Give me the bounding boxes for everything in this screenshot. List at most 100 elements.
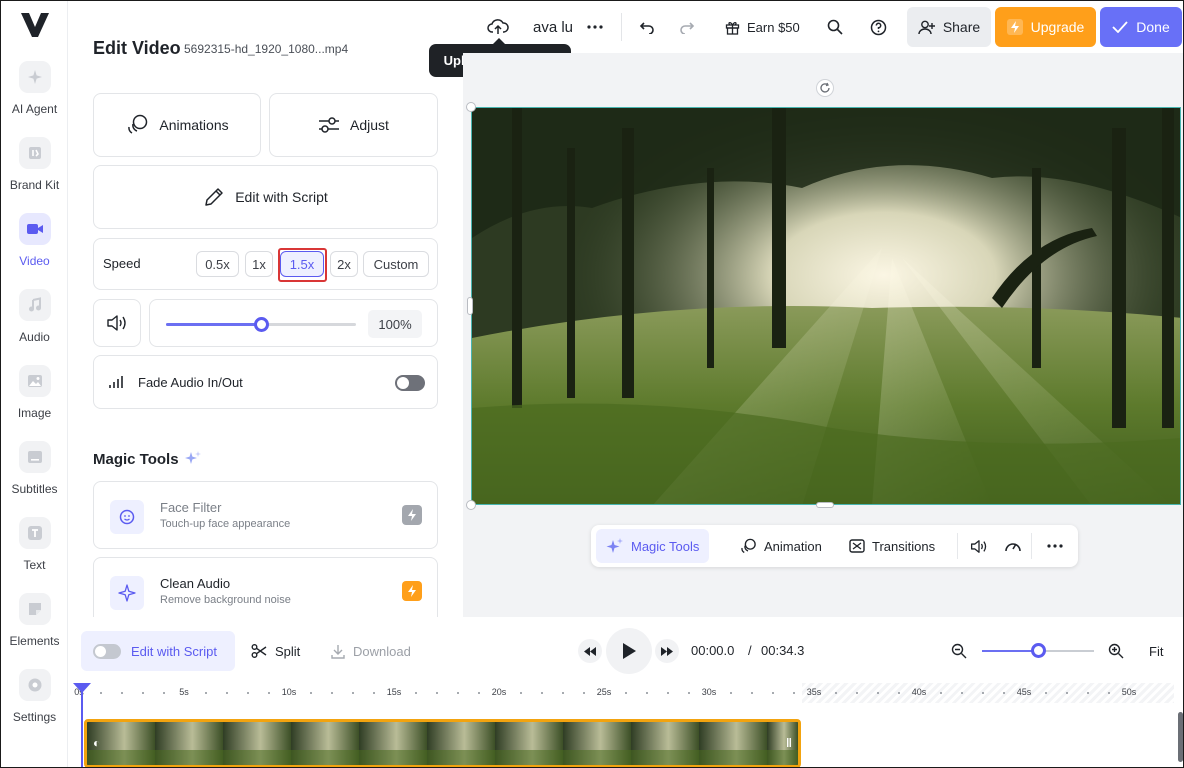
- download-label: Download: [353, 643, 411, 659]
- redo-button[interactable]: [679, 7, 695, 47]
- top-bar: ava lu Earn $50 Share Upgrade Done: [463, 1, 1183, 53]
- split-button[interactable]: Split: [251, 631, 300, 671]
- script-toggle[interactable]: [93, 643, 121, 659]
- volume-slider[interactable]: [166, 317, 356, 332]
- ruler-tick-dot: [667, 692, 669, 694]
- fade-audio-toggle[interactable]: [395, 375, 425, 391]
- rail-item-settings[interactable]: Settings: [1, 669, 68, 739]
- more-options-button[interactable]: [587, 7, 603, 47]
- share-label: Share: [942, 19, 981, 35]
- ruler-tick-dot: [163, 692, 165, 694]
- ruler-tick-dot: [247, 692, 249, 694]
- download-button[interactable]: Download: [331, 631, 411, 671]
- clip-speed-button[interactable]: [994, 529, 1032, 563]
- timeline-edit-script-label: Edit with Script: [131, 643, 217, 659]
- zoom-in-button[interactable]: [1108, 631, 1124, 671]
- timeline-scrollbar[interactable]: [1178, 712, 1183, 762]
- volume-slider-fill: [166, 323, 261, 326]
- earn-button[interactable]: Earn $50: [725, 7, 800, 47]
- rail-item-image[interactable]: Image: [1, 365, 68, 435]
- zoom-slider[interactable]: [982, 643, 1094, 658]
- tool-clean-audio[interactable]: Clean Audio Remove background noise: [93, 557, 438, 617]
- video-preview[interactable]: [471, 107, 1181, 505]
- resize-handle-top-left[interactable]: [466, 102, 476, 112]
- rail-item-elements[interactable]: Elements: [1, 593, 68, 663]
- speaker-icon: [107, 315, 126, 331]
- ruler-tick-label: 15s: [386, 687, 402, 697]
- done-label: Done: [1136, 19, 1170, 35]
- ruler-tick-dot: [457, 692, 459, 694]
- search-button[interactable]: [827, 7, 843, 47]
- earn-label: Earn $50: [747, 19, 800, 35]
- speed-option-custom[interactable]: Custom: [363, 251, 429, 277]
- playhead[interactable]: [73, 683, 91, 767]
- project-name[interactable]: ava lu: [533, 7, 573, 47]
- edit-video-panel: Edit Video 5692315-hd_1920_1080...mp4 An…: [69, 1, 462, 617]
- zoom-slider-fill: [982, 650, 1038, 652]
- resize-handle-left[interactable]: [467, 297, 473, 315]
- tool-name: Face Filter: [160, 500, 222, 515]
- ruler-tick-dot: [226, 692, 228, 694]
- timeline-edit-with-script-toggle[interactable]: Edit with Script: [81, 631, 235, 671]
- animations-button[interactable]: Animations: [93, 93, 261, 157]
- share-button[interactable]: Share: [907, 7, 991, 47]
- clip-volume-button[interactable]: [960, 529, 998, 563]
- ruler-tick-dot: [877, 692, 879, 694]
- time-separator: /: [748, 643, 752, 658]
- rail-item-audio[interactable]: Audio: [1, 289, 68, 359]
- ruler-tick-dot: [793, 692, 795, 694]
- fast-forward-icon: [661, 646, 673, 656]
- speed-option-0-5x[interactable]: 0.5x: [196, 251, 239, 277]
- speed-option-1-5x[interactable]: 1.5x: [280, 251, 324, 277]
- edit-with-script-label: Edit with Script: [235, 189, 328, 205]
- edit-with-script-button[interactable]: Edit with Script: [93, 165, 438, 229]
- help-button[interactable]: [870, 7, 887, 47]
- more-options-button[interactable]: [1037, 529, 1073, 563]
- rail-item-text[interactable]: Text: [1, 517, 68, 587]
- text-icon: [18, 517, 51, 549]
- adjust-button[interactable]: Adjust: [269, 93, 438, 157]
- sparkle-icon: [18, 61, 51, 93]
- gift-icon: [725, 21, 740, 35]
- tool-face-filter[interactable]: Face Filter Touch-up face appearance: [93, 481, 438, 549]
- resize-handle-bottom-left[interactable]: [466, 500, 476, 510]
- ruler-tick-dot: [982, 692, 984, 694]
- more-horizontal-icon: [1047, 544, 1063, 548]
- rail-item-ai-agent[interactable]: AI Agent: [1, 61, 68, 131]
- video-clip[interactable]: ◐ ‖: [84, 719, 801, 767]
- volume-button[interactable]: [93, 299, 141, 347]
- volume-control: 100%: [149, 299, 438, 347]
- play-button[interactable]: [606, 628, 652, 674]
- ruler-tick-dot: [940, 692, 942, 694]
- ruler-tick-dot: [373, 692, 375, 694]
- ruler-tick-dot: [835, 692, 837, 694]
- magic-tools-label: Magic Tools: [631, 538, 700, 554]
- undo-button[interactable]: [639, 7, 655, 47]
- zoom-out-button[interactable]: [951, 631, 967, 671]
- upgrade-button[interactable]: Upgrade: [995, 7, 1096, 47]
- time-ruler: 0s5s10s15s20s25s30s35s40s45s50s: [74, 683, 1174, 703]
- divider: [621, 13, 622, 41]
- rail-item-video[interactable]: Video: [1, 213, 68, 283]
- zoom-slider-thumb[interactable]: [1031, 643, 1046, 658]
- volume-slider-thumb[interactable]: [254, 317, 269, 332]
- ruler-tick-label: 10s: [281, 687, 297, 697]
- rail-item-brand-kit[interactable]: Brand Kit: [1, 137, 68, 207]
- resize-handle-bottom[interactable]: [816, 502, 834, 508]
- skip-back-button[interactable]: [578, 639, 602, 663]
- magic-tools-button[interactable]: Magic Tools: [596, 529, 710, 563]
- split-label: Split: [275, 643, 301, 659]
- fit-button[interactable]: Fit: [1149, 631, 1163, 671]
- rotate-handle[interactable]: [816, 79, 834, 97]
- animation-button[interactable]: Animation: [729, 529, 832, 563]
- clip-trim-handle-right[interactable]: ‖: [786, 736, 792, 750]
- ruler-tick-label: 5s: [179, 687, 189, 697]
- done-button[interactable]: Done: [1100, 7, 1182, 47]
- rail-item-subtitles[interactable]: Subtitles: [1, 441, 68, 511]
- skip-forward-button[interactable]: [655, 639, 679, 663]
- ruler-tick-dot: [331, 692, 333, 694]
- speed-option-2x[interactable]: 2x: [330, 251, 358, 277]
- ruler-tick-dot: [478, 692, 480, 694]
- transitions-button[interactable]: Transitions: [839, 529, 945, 563]
- speed-option-1x[interactable]: 1x: [245, 251, 273, 277]
